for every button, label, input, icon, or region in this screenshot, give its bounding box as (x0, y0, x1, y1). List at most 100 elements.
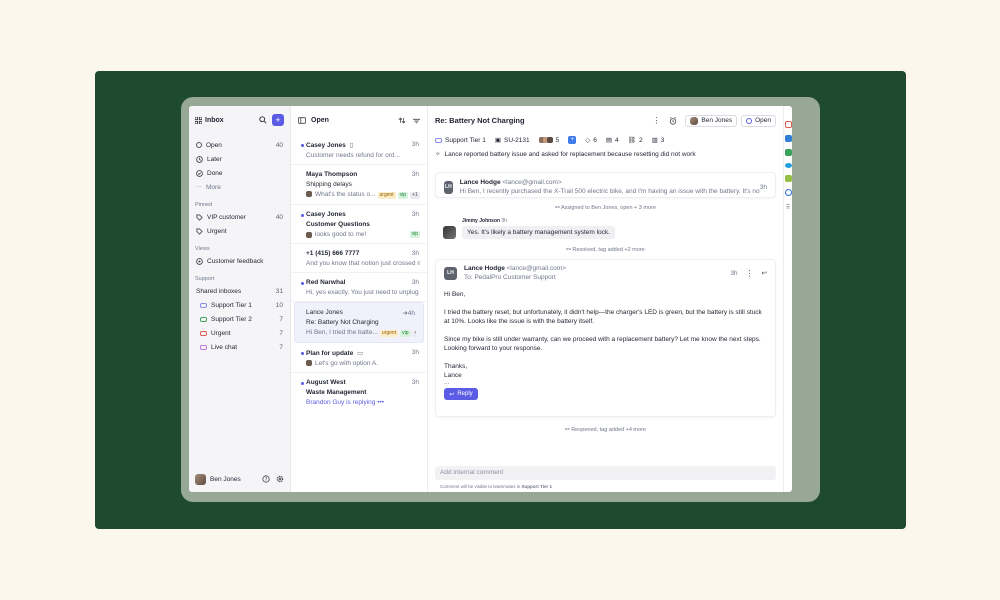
sidebar-item-label: Open (206, 141, 222, 149)
inbox-icon (200, 316, 207, 322)
open-icon (196, 142, 202, 148)
reply-icon[interactable]: ↩ (762, 269, 767, 277)
sort-icon[interactable] (398, 117, 406, 124)
sidebar-item-urgent[interactable]: Urgent (195, 224, 284, 238)
sender-avatar: LH (444, 266, 457, 280)
tag-more: +1 (412, 330, 416, 337)
reply-button[interactable]: ↩ Reply (444, 388, 478, 400)
sidebar-item-label: Later (207, 155, 222, 163)
comment-input[interactable]: Add internal comment (435, 466, 776, 480)
more-options-icon[interactable]: ⋮ (746, 269, 754, 278)
typing-indicator: Brandon Guy is replying (306, 399, 376, 406)
block-icon[interactable] (784, 189, 792, 196)
inbox-icon (200, 302, 207, 308)
meta-integration[interactable]: + (568, 136, 577, 144)
calendar-icon[interactable] (784, 121, 792, 128)
meta-items[interactable]: ▤ 4 (605, 136, 619, 145)
list-item[interactable]: Casey Jones ▯ 3h Customer needs refund f… (291, 135, 427, 165)
sidebar-item-live-chat[interactable]: Live chat 7 (195, 340, 284, 354)
chat-icon: ▭ (357, 350, 364, 357)
hint-inbox: Support Tier 1 (521, 484, 552, 489)
status-button[interactable]: Open (741, 114, 776, 127)
participant-count: 5 (555, 136, 560, 144)
tag-more: +1 (410, 192, 420, 199)
clock-icon (196, 155, 203, 163)
ticket-icon: ▣ (494, 137, 501, 144)
building-icon: ▥ (651, 137, 658, 144)
sidebar-item-customer-feedback[interactable]: Customer feedback (195, 254, 284, 268)
link-icon: ⛓ (627, 137, 636, 144)
filter-icon[interactable] (413, 118, 420, 124)
sidebar-item-support-tier-2[interactable]: Support Tier 2 7 (195, 312, 284, 326)
message-collapsed[interactable]: LH Lance Hodge <lance@gmail.com> Hi Ben,… (435, 172, 776, 198)
avatar[interactable] (195, 473, 206, 485)
meta-ticket[interactable]: ▣ SU-2131 (494, 136, 530, 145)
sidebar-item-shared-inboxes[interactable]: Shared inboxes 31 (195, 284, 284, 298)
sidebar-item-support-tier-1[interactable]: Support Tier 1 10 (195, 298, 284, 312)
recipient: To: PedalPro Customer Support (464, 274, 556, 281)
compose-button[interactable]: + (272, 114, 284, 126)
user-footer: Ben Jones ? (195, 472, 284, 486)
conversation-time: 3h (411, 349, 419, 356)
conversation-name: August West (306, 379, 346, 386)
list-item[interactable]: Casey Jones 3h Customer Questions looks … (291, 205, 427, 244)
sidebar-item-later[interactable]: Later (195, 152, 284, 166)
sender-email: <lance@gmail.com> (502, 179, 562, 186)
list-item[interactable]: +1 (415) 666 7777 3h And you know that n… (291, 244, 427, 273)
avatar (443, 226, 456, 239)
tag-icon: ◇ (585, 137, 591, 144)
sidebar-item-done[interactable]: Done (195, 166, 284, 180)
contacts-icon[interactable] (784, 135, 792, 142)
assignee-button[interactable]: Ben Jones (685, 114, 738, 127)
avatar (306, 360, 312, 367)
avatar (306, 191, 312, 198)
grid-icon[interactable] (195, 116, 202, 124)
quoted-text-toggle[interactable]: ... (444, 379, 767, 386)
list-item[interactable]: Maya Thompson 3h Shipping delays What's … (291, 165, 427, 205)
sidebar-item-label: More (206, 183, 221, 191)
book-icon[interactable] (784, 149, 792, 156)
unread-dot (301, 282, 304, 285)
list-item[interactable]: Plan for update ▭ 3h Let's go with optio… (291, 343, 427, 373)
sidebar-header: Inbox + (195, 112, 284, 128)
meta-participants[interactable]: 5 (538, 136, 560, 144)
event-resolved: ⚯ Resolved, tag added +2 more (435, 244, 776, 256)
meta-links[interactable]: ⛓ 2 (627, 136, 643, 145)
integrations-rail: ⠿ (783, 106, 792, 492)
conversation-preview: looks good to me! (315, 231, 367, 238)
sidebar-item-open[interactable]: Open 40 (195, 138, 284, 152)
gear-icon[interactable] (276, 475, 284, 483)
alarm-icon[interactable] (669, 116, 677, 125)
meta-orgs[interactable]: ▥ 3 (651, 136, 665, 145)
sidebar-item-more[interactable]: ··· More (195, 180, 284, 194)
sidebar-item-vip-customer[interactable]: VIP customer 40 (195, 210, 284, 224)
search-icon[interactable] (259, 116, 267, 124)
link-count: 2 (638, 136, 643, 144)
help-icon[interactable]: ? (262, 475, 270, 483)
conversation-subject: Re: Battery Not Charging (306, 319, 379, 326)
apps-grid-icon[interactable]: ⠿ (784, 204, 792, 211)
meta-tags[interactable]: ◇ 6 (585, 136, 597, 145)
list-item[interactable]: Red Narwhal 3h Hi, yes exactly. You just… (291, 273, 427, 302)
sidebar-item-count: 7 (279, 343, 283, 351)
sidebar-item-label: Done (207, 169, 223, 177)
user-name[interactable]: Ben Jones (210, 476, 241, 483)
ticket-id: SU-2131 (503, 136, 530, 144)
sidebar-item-label: Customer feedback (207, 257, 264, 265)
list-item-selected[interactable]: Lance Jones ➜4h Re: Battery Not Charging… (294, 302, 424, 343)
meta-inbox[interactable]: Support Tier 1 (435, 137, 486, 144)
cloud-icon[interactable] (784, 163, 792, 168)
shop-icon[interactable] (784, 175, 792, 182)
sidebar-toggle-icon[interactable] (298, 117, 306, 124)
list-item[interactable]: August West 3h Waste Management Brandon … (291, 373, 427, 411)
sidebar-item-urgent-inbox[interactable]: Urgent 7 (195, 326, 284, 340)
typing-dots-icon: ••• (377, 399, 385, 406)
conversation-name: Casey Jones (306, 211, 346, 218)
more-options-icon[interactable]: ⋮ (652, 116, 660, 125)
open-icon (746, 117, 753, 124)
thread-meta: Support Tier 1 ▣ SU-2131 5 + ◇ 6 ▤ 4 ⛓ 2 ▥ 3 (435, 135, 776, 145)
comment-placeholder: Add internal comment (440, 469, 504, 476)
list-icon: ▤ (605, 137, 613, 144)
conversation-time: 3h (411, 379, 419, 386)
event-assigned: ⚯ Assigned to Ben Jones, open + 3 more (435, 202, 776, 214)
